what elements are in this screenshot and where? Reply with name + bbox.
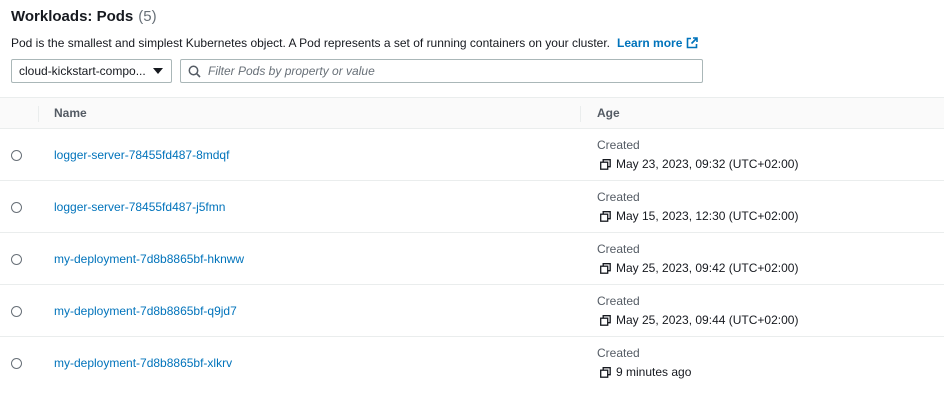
pod-name-link[interactable]: logger-server-78455fd487-8mdqf <box>54 148 229 162</box>
pod-name-link[interactable]: my-deployment-7d8b8865bf-q9jd7 <box>54 304 237 318</box>
table-body: logger-server-78455fd487-8mdqf Created M… <box>0 129 944 389</box>
copy-icon <box>600 262 611 274</box>
pod-name-link[interactable]: my-deployment-7d8b8865bf-xlkrv <box>54 356 232 370</box>
row-select-radio[interactable] <box>11 202 22 213</box>
age-text: May 25, 2023, 09:44 (UTC+02:00) <box>616 313 799 327</box>
age-value: May 15, 2023, 12:30 (UTC+02:00) <box>600 209 798 223</box>
created-label: Created <box>597 294 640 308</box>
row-select-radio[interactable] <box>11 150 22 161</box>
table-row[interactable]: logger-server-78455fd487-8mdqf Created M… <box>0 129 944 181</box>
age-text: 9 minutes ago <box>616 365 692 379</box>
row-select-radio[interactable] <box>11 306 22 317</box>
created-label: Created <box>597 190 640 204</box>
pod-name-link[interactable]: my-deployment-7d8b8865bf-hknww <box>54 252 244 266</box>
column-divider <box>38 106 39 122</box>
copy-icon <box>600 158 611 170</box>
table-row[interactable]: my-deployment-7d8b8865bf-q9jd7 Created M… <box>0 285 944 337</box>
age-text: May 23, 2023, 09:32 (UTC+02:00) <box>616 157 799 171</box>
table-row[interactable]: my-deployment-7d8b8865bf-xlkrv Created 9… <box>0 337 944 389</box>
age-text: May 25, 2023, 09:42 (UTC+02:00) <box>616 261 799 275</box>
column-divider[interactable] <box>580 106 581 122</box>
created-label: Created <box>597 242 640 256</box>
caret-down-icon <box>153 68 163 74</box>
pod-count: (5) <box>138 8 157 25</box>
copy-icon <box>600 210 611 222</box>
page-title: Workloads: Pods <box>11 8 134 25</box>
age-value: 9 minutes ago <box>600 365 691 379</box>
table-header: Name Age <box>0 97 944 129</box>
page-header: Workloads: Pods (5) <box>11 8 157 28</box>
row-select-radio[interactable] <box>11 254 22 265</box>
page-description: Pod is the smallest and simplest Kuberne… <box>11 36 699 50</box>
namespace-select-value: cloud-kickstart-compo... <box>19 64 146 78</box>
filter-field[interactable] <box>180 59 703 83</box>
created-label: Created <box>597 346 640 360</box>
search-icon <box>188 65 201 78</box>
created-label: Created <box>597 138 640 152</box>
learn-more-link[interactable]: Learn more <box>617 36 682 50</box>
column-header-name[interactable]: Name <box>54 106 87 120</box>
filter-input[interactable] <box>208 64 688 78</box>
namespace-select[interactable]: cloud-kickstart-compo... <box>11 59 172 83</box>
description-text: Pod is the smallest and simplest Kuberne… <box>11 36 611 50</box>
external-link-icon[interactable] <box>686 37 699 49</box>
pods-table: Name Age logger-server-78455fd487-8mdqf … <box>0 97 944 389</box>
age-text: May 15, 2023, 12:30 (UTC+02:00) <box>616 209 799 223</box>
table-row[interactable]: my-deployment-7d8b8865bf-hknww Created M… <box>0 233 944 285</box>
column-header-age[interactable]: Age <box>597 106 620 120</box>
age-value: May 23, 2023, 09:32 (UTC+02:00) <box>600 157 798 171</box>
age-value: May 25, 2023, 09:44 (UTC+02:00) <box>600 313 798 327</box>
pod-name-link[interactable]: logger-server-78455fd487-j5fmn <box>54 200 225 214</box>
table-row[interactable]: logger-server-78455fd487-j5fmn Created M… <box>0 181 944 233</box>
copy-icon <box>600 366 611 378</box>
age-value: May 25, 2023, 09:42 (UTC+02:00) <box>600 261 798 275</box>
copy-icon <box>600 314 611 326</box>
row-select-radio[interactable] <box>11 358 22 369</box>
